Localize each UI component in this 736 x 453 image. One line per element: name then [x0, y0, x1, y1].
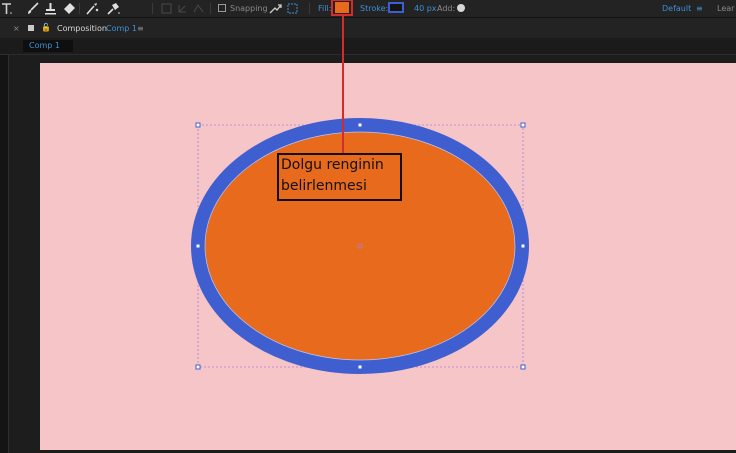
- tools-toolbar: Snapping Fill: Stroke: 40 px Add: Defaul…: [0, 0, 736, 18]
- puppet-pin-tool-icon[interactable]: [105, 1, 121, 16]
- composition-name[interactable]: Comp 1: [106, 23, 137, 34]
- panel-menu-icon[interactable]: ≡: [137, 23, 144, 34]
- composition-tab-bar: [0, 38, 736, 55]
- snapping-checkbox[interactable]: [218, 4, 226, 12]
- composition-panel-header: × 🔓 Composition Comp 1 ≡: [0, 18, 736, 38]
- add-property-button[interactable]: [457, 4, 465, 12]
- roto-brush-tool-icon[interactable]: [84, 1, 100, 16]
- stroke-width-value[interactable]: 40 px: [414, 3, 437, 14]
- toolbar-separator: [152, 3, 153, 14]
- fill-label: Fill:: [318, 4, 332, 13]
- toolbar-separator: [79, 3, 80, 14]
- close-panel-icon[interactable]: ×: [13, 23, 20, 34]
- snap-grid-icon[interactable]: [286, 1, 298, 16]
- viewer-left-edge: [0, 55, 9, 453]
- stroke-label: Stroke:: [360, 4, 389, 13]
- workspace-default[interactable]: Default: [662, 3, 691, 14]
- add-label: Add:: [437, 4, 456, 13]
- clone-stamp-tool-icon[interactable]: [43, 1, 57, 16]
- tab-comp-1[interactable]: Comp 1: [23, 40, 73, 52]
- world-axis-icon[interactable]: [176, 1, 188, 16]
- fill-swatch-highlight: [331, 0, 353, 16]
- type-tool-icon[interactable]: [1, 1, 13, 16]
- brush-tool-icon[interactable]: [25, 1, 39, 16]
- local-axis-icon[interactable]: [160, 1, 172, 16]
- panel-color-icon: [28, 25, 34, 31]
- workspace-menu-icon[interactable]: ≡: [696, 3, 703, 14]
- eraser-tool-icon[interactable]: [62, 1, 76, 16]
- composition-canvas[interactable]: [40, 63, 736, 450]
- snapping-label: Snapping: [230, 4, 268, 13]
- toolbar-separator: [210, 3, 211, 14]
- toolbar-separator: [309, 3, 310, 14]
- stroke-color-swatch[interactable]: [388, 2, 404, 13]
- workspace-learn[interactable]: Lear: [717, 3, 734, 14]
- annotation-callout: Dolgu renginin belirlenmesi: [277, 153, 402, 201]
- snap-arrow-icon[interactable]: [268, 1, 282, 16]
- lock-icon[interactable]: 🔓: [41, 22, 51, 33]
- view-axis-icon[interactable]: [192, 1, 204, 16]
- composition-label: Composition: [57, 24, 107, 33]
